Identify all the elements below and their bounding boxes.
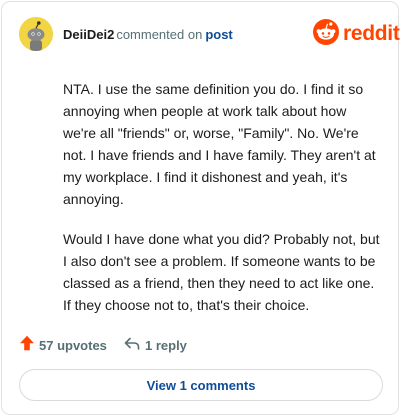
comment-paragraph: NTA. I use the same definition you do. I… [63,81,376,207]
reddit-brand[interactable]: reddit [313,18,400,50]
reply-count: 1 reply [145,337,187,353]
snoo-avatar-icon[interactable] [19,17,53,51]
reply-arrow-icon [123,335,141,356]
reply-button[interactable]: 1 reply [123,334,187,356]
upvote-arrow-icon [19,335,35,356]
view-comments-button[interactable]: View 1 comments [19,369,383,401]
action-text: commented on [116,27,203,42]
comment-header: DeiiDei2 commented on post reddit [2,2,400,66]
comment-byline: DeiiDei2 commented on post [63,27,233,42]
username-link[interactable]: DeiiDei2 [63,27,114,42]
upvote-count: 57 upvotes [39,337,107,353]
reddit-snoo-icon [313,18,339,50]
post-link[interactable]: post [205,27,232,42]
brand-name: reddit [343,22,400,45]
comment-actions: 57 upvotes 1 reply [19,334,379,356]
comment-card: DeiiDei2 commented on post reddit NTA. I… [1,1,400,415]
comment-paragraph: Would I have done what you did? Probably… [63,231,380,313]
upvote-button[interactable]: 57 upvotes [19,334,107,356]
comment-body: NTA. I use the same definition you do. I… [63,78,381,334]
